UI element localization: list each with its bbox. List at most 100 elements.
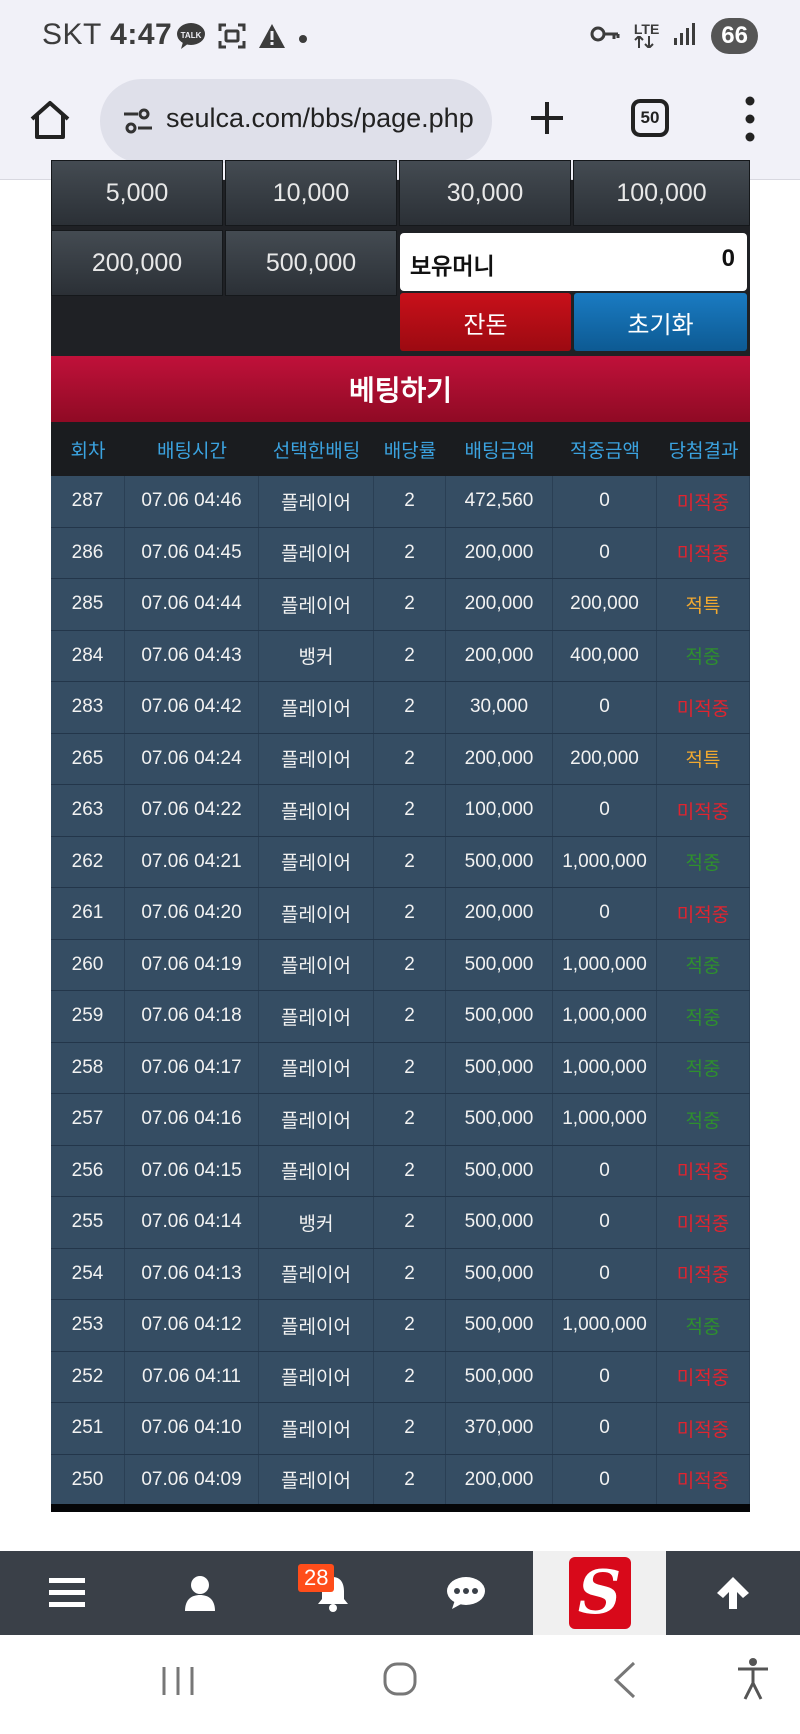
cell-bet-amount: 30,000	[446, 682, 553, 733]
chip-10000[interactable]: 10,000	[225, 160, 397, 226]
cell-result: 미적중	[657, 682, 750, 733]
talk-badge-text: TALK	[181, 31, 202, 40]
more-vertical-icon	[745, 96, 755, 142]
table-row: 254 07.06 04:13 플레이어 2 500,000 0 미적중	[51, 1248, 750, 1300]
cell-bet-time: 07.06 04:18	[125, 991, 259, 1042]
cell-win-amount: 0	[553, 1197, 657, 1248]
back-button[interactable]	[612, 1661, 638, 1703]
table-row: 283 07.06 04:42 플레이어 2 30,000 0 미적중	[51, 682, 750, 734]
site-logo-button[interactable]: S	[533, 1551, 666, 1635]
cell-win-amount: 0	[553, 527, 657, 578]
cell-win-amount: 1,000,000	[553, 991, 657, 1042]
cell-result: 적중	[657, 1094, 750, 1145]
recent-apps-icon	[162, 1667, 194, 1695]
address-bar[interactable]: seulca.com/bbs/page.php	[100, 79, 492, 163]
table-row: 259 07.06 04:18 플레이어 2 500,000 1,000,000 적중	[51, 991, 750, 1043]
header-odds: 배당률	[383, 439, 437, 462]
cell-bet-time: 07.06 04:43	[125, 630, 259, 681]
cell-odds: 2	[374, 888, 446, 939]
header-selection: 선택한배팅	[272, 439, 361, 462]
carrier-label: SKT	[42, 18, 102, 51]
cell-result: 미적중	[657, 1454, 750, 1505]
more-menu-button[interactable]	[740, 94, 760, 144]
home-button[interactable]	[28, 98, 72, 142]
new-tab-button[interactable]	[525, 96, 569, 140]
cell-bet-amount: 500,000	[446, 1042, 553, 1093]
cell-win-amount: 0	[553, 1248, 657, 1299]
scroll-top-button[interactable]	[666, 1551, 800, 1635]
back-chevron-icon	[613, 1661, 636, 1699]
cell-odds: 2	[374, 836, 446, 887]
cell-bet-amount: 472,560	[446, 476, 553, 527]
cell-bet-amount: 500,000	[446, 1351, 553, 1402]
money-display: 보유머니 0	[400, 233, 747, 291]
cell-odds: 2	[374, 1145, 446, 1196]
cell-round: 255	[51, 1197, 125, 1248]
table-row: 284 07.06 04:43 뱅커 2 200,000 400,000 적중	[51, 630, 750, 682]
reset-button[interactable]: 초기화	[574, 293, 747, 351]
cell-selection: 플레이어	[259, 836, 374, 887]
cell-bet-amount: 200,000	[446, 527, 553, 578]
cell-bet-time: 07.06 04:44	[125, 579, 259, 630]
cell-odds: 2	[374, 991, 446, 1042]
warning-icon	[258, 23, 286, 53]
cell-selection: 플레이어	[259, 1351, 374, 1402]
profile-button[interactable]	[133, 1551, 266, 1635]
cell-bet-amount: 370,000	[446, 1403, 553, 1454]
accessibility-button[interactable]	[736, 1657, 770, 1705]
table-row: 261 07.06 04:20 플레이어 2 200,000 0 미적중	[51, 888, 750, 940]
place-bet-button[interactable]: 베팅하기	[51, 356, 750, 422]
change-button[interactable]: 잔돈	[400, 293, 571, 351]
cell-win-amount: 1,000,000	[553, 1094, 657, 1145]
cell-selection: 플레이어	[259, 991, 374, 1042]
chip-5000[interactable]: 5,000	[51, 160, 223, 226]
table-row: 262 07.06 04:21 플레이어 2 500,000 1,000,000 적중	[51, 836, 750, 888]
cell-bet-time: 07.06 04:22	[125, 785, 259, 836]
cell-round: 257	[51, 1094, 125, 1145]
cell-result: 적중	[657, 630, 750, 681]
cell-bet-amount: 200,000	[446, 630, 553, 681]
table-row: 250 07.06 04:09 플레이어 2 200,000 0 미적중	[51, 1454, 750, 1506]
cell-bet-time: 07.06 04:15	[125, 1145, 259, 1196]
recent-apps-button[interactable]	[160, 1665, 196, 1701]
url-text[interactable]: seulca.com/bbs/page.php	[166, 103, 474, 134]
cell-result: 적중	[657, 1300, 750, 1351]
cell-bet-time: 07.06 04:17	[125, 1042, 259, 1093]
home-system-button[interactable]	[382, 1661, 418, 1701]
menu-button[interactable]	[0, 1551, 133, 1635]
cell-result: 미적중	[657, 1197, 750, 1248]
cell-win-amount: 0	[553, 785, 657, 836]
table-row: 286 07.06 04:45 플레이어 2 200,000 0 미적중	[51, 527, 750, 579]
chip-200000[interactable]: 200,000	[51, 230, 223, 296]
table-row: 257 07.06 04:16 플레이어 2 500,000 1,000,000 적중	[51, 1094, 750, 1146]
cell-result: 미적중	[657, 1248, 750, 1299]
site-logo: S	[568, 1557, 631, 1629]
cell-selection: 플레이어	[259, 1454, 374, 1505]
header-bet-amount: 배팅금액	[464, 439, 535, 462]
cell-round: 252	[51, 1351, 125, 1402]
site-bottom-nav: 28 S	[0, 1551, 800, 1635]
cell-round: 260	[51, 939, 125, 990]
chat-button[interactable]	[399, 1551, 532, 1635]
cell-bet-amount: 500,000	[446, 1248, 553, 1299]
cell-selection: 플레이어	[259, 939, 374, 990]
cell-selection: 뱅커	[259, 1197, 374, 1248]
cell-selection: 플레이어	[259, 733, 374, 784]
chip-500000[interactable]: 500,000	[225, 230, 397, 296]
cell-round: 250	[51, 1454, 125, 1505]
chip-100000[interactable]: 100,000	[573, 160, 750, 226]
cell-result: 적특	[657, 733, 750, 784]
cell-bet-time: 07.06 04:21	[125, 836, 259, 887]
cell-result: 미적중	[657, 785, 750, 836]
tab-switcher-button[interactable]: 50	[631, 99, 669, 137]
cell-result: 미적중	[657, 1403, 750, 1454]
cell-win-amount: 0	[553, 1145, 657, 1196]
cell-win-amount: 0	[553, 1454, 657, 1505]
cell-odds: 2	[374, 682, 446, 733]
cell-odds: 2	[374, 1454, 446, 1505]
table-header: 회차 배팅시간 선택한배팅 배당률 배팅금액 적중금액 당첨결과	[51, 422, 750, 476]
cell-selection: 플레이어	[259, 888, 374, 939]
cell-odds: 2	[374, 579, 446, 630]
chip-30000[interactable]: 30,000	[399, 160, 571, 226]
table-row: 251 07.06 04:10 플레이어 2 370,000 0 미적중	[51, 1403, 750, 1455]
